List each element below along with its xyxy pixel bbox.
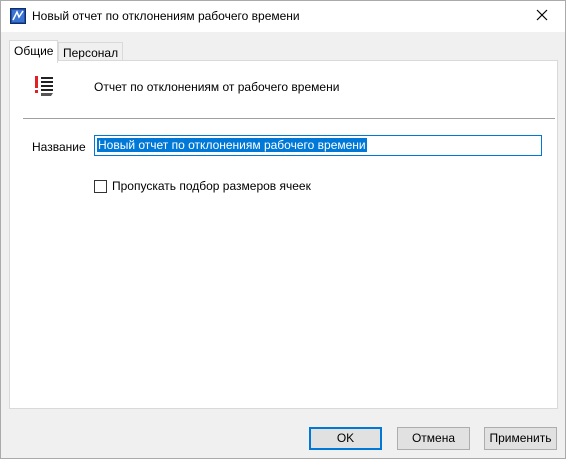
name-label: Название: [32, 140, 86, 154]
window-title: Новый отчет по отклонениям рабочего врем…: [32, 9, 300, 23]
close-button[interactable]: [519, 1, 565, 32]
tab-strip: Общие Персонал: [1, 32, 565, 63]
skip-cell-sizing-checkbox[interactable]: [94, 179, 107, 193]
separator: [23, 118, 555, 119]
tab-panel-general: Отчет по отклонениям от рабочего времени…: [9, 60, 558, 409]
report-description: Отчет по отклонениям от рабочего времени: [94, 80, 340, 94]
dialog-window: Новый отчет по отклонениям рабочего врем…: [0, 0, 566, 459]
skip-cell-sizing-label: Пропускать подбор размеров ячеек: [112, 179, 311, 193]
title-bar: Новый отчет по отклонениям рабочего врем…: [1, 1, 565, 32]
skip-cell-sizing-option[interactable]: Пропускать подбор размеров ячеек: [94, 179, 311, 193]
cancel-button[interactable]: Отмена: [397, 427, 470, 450]
apply-button[interactable]: Применить: [484, 427, 557, 450]
app-icon: [10, 8, 26, 24]
name-input[interactable]: Новый отчет по отклонениям рабочего врем…: [94, 135, 542, 156]
ok-button[interactable]: OK: [309, 427, 382, 450]
name-input-value: Новый отчет по отклонениям рабочего врем…: [97, 138, 367, 152]
report-list-icon: [33, 74, 57, 98]
dialog-buttons: OK Отмена Применить: [1, 409, 565, 458]
close-icon: [536, 9, 548, 24]
tab-general[interactable]: Общие: [9, 40, 59, 63]
